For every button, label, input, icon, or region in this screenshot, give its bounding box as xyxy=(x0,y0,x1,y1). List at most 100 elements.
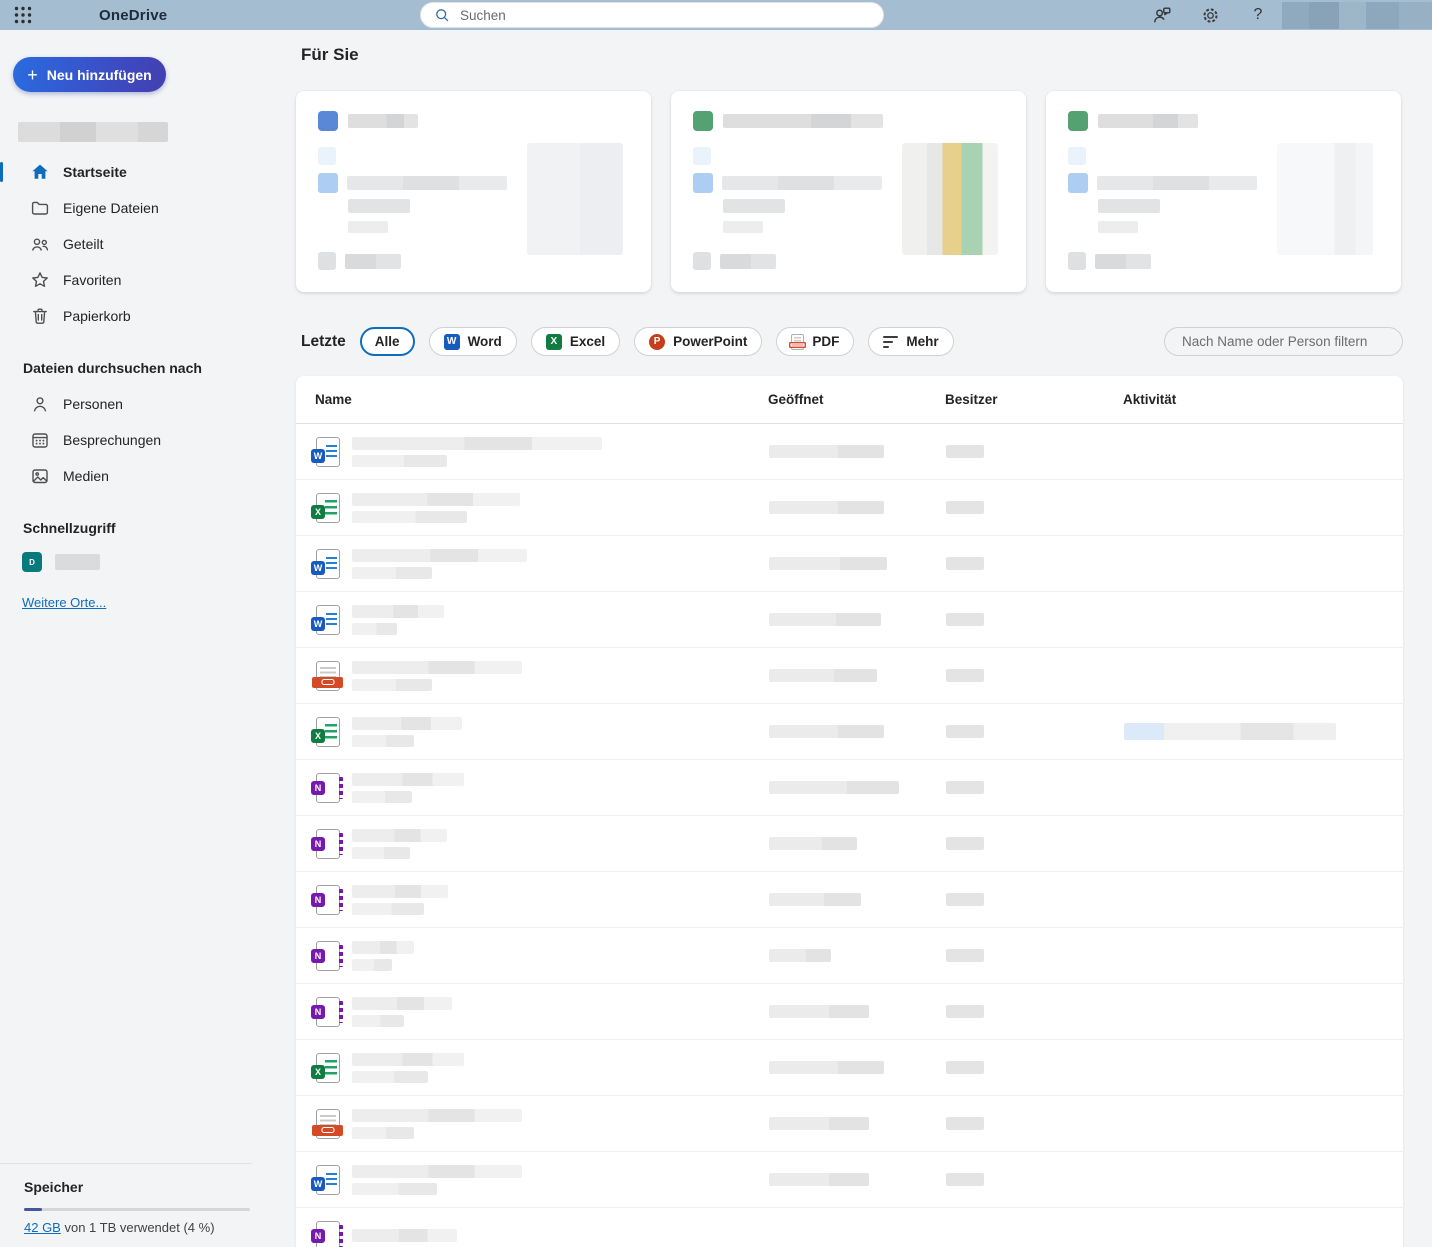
redacted-text xyxy=(1098,199,1160,213)
for-you-card[interactable] xyxy=(296,91,651,292)
sidebar-item-personen[interactable]: Personen xyxy=(0,386,296,422)
file-row[interactable]: W X N xyxy=(296,1096,1403,1152)
redacted-file-name xyxy=(352,437,769,467)
feedback-icon[interactable] xyxy=(1138,0,1186,30)
sidebar-item-startseite[interactable]: Startseite xyxy=(0,154,296,190)
sidebar-item-favoriten[interactable]: Favoriten xyxy=(0,262,296,298)
redacted-opened-date xyxy=(769,781,899,794)
redacted-file-name xyxy=(352,885,769,915)
redacted-title xyxy=(723,114,883,128)
file-row[interactable]: W X N xyxy=(296,760,1403,816)
search-box[interactable] xyxy=(420,2,884,28)
file-row[interactable]: W X N xyxy=(296,816,1403,872)
redacted-activity xyxy=(1124,723,1336,740)
file-type-icon: W xyxy=(444,334,460,350)
file-row[interactable]: W X N xyxy=(296,592,1403,648)
sidebar-item-medien[interactable]: Medien xyxy=(0,458,296,494)
redacted-text xyxy=(345,254,401,269)
redacted-opened-date xyxy=(769,1005,869,1018)
more-places-link[interactable]: Weitere Orte... xyxy=(22,595,106,610)
filter-pill-all[interactable]: Alle xyxy=(360,327,415,356)
filter-pill-more[interactable]: Mehr xyxy=(868,327,953,356)
filter-pill-label: Alle xyxy=(375,334,400,349)
file-row[interactable]: W X N xyxy=(296,536,1403,592)
file-row[interactable]: W X N xyxy=(296,928,1403,984)
app-launcher-icon[interactable] xyxy=(13,5,33,25)
filter-pill-excel[interactable]: X Excel xyxy=(531,327,620,356)
redacted-file-name xyxy=(352,549,769,579)
for-you-card[interactable] xyxy=(1046,91,1401,292)
file-row[interactable]: W X N xyxy=(296,984,1403,1040)
account-area-redacted[interactable] xyxy=(1282,2,1432,29)
help-icon[interactable]: ? xyxy=(1234,0,1282,30)
redacted-text xyxy=(723,199,785,213)
file-row[interactable]: W X N xyxy=(296,648,1403,704)
media-icon xyxy=(30,466,50,486)
redacted-text xyxy=(1097,176,1257,190)
quick-access-item[interactable]: D xyxy=(0,552,296,572)
redacted-text xyxy=(720,254,776,269)
redacted-opened-date xyxy=(769,1117,869,1130)
file-row[interactable]: W X N xyxy=(296,1040,1403,1096)
filter-lines-icon xyxy=(883,336,898,348)
redacted-text xyxy=(1098,221,1138,233)
redacted-file-name xyxy=(352,1229,769,1242)
file-row[interactable]: W X N xyxy=(296,480,1403,536)
storage-heading: Speicher xyxy=(24,1179,252,1195)
browse-nav: Personen Besprechungen Medien xyxy=(0,386,296,494)
sidebar-item-eigene-dateien[interactable]: Eigene Dateien xyxy=(0,190,296,226)
column-besitzer[interactable]: Besitzer xyxy=(945,392,1123,407)
redacted-file-name xyxy=(352,1165,769,1195)
column-aktivitaet[interactable]: Aktivität xyxy=(1123,392,1403,407)
file-row[interactable]: W X N xyxy=(296,704,1403,760)
redacted-owner xyxy=(946,1117,984,1130)
file-row[interactable]: W X N xyxy=(296,1208,1403,1247)
file-icon: W X N xyxy=(316,605,340,635)
add-new-button[interactable]: + Neu hinzufügen xyxy=(13,57,166,92)
redacted-file-name xyxy=(352,941,769,971)
redacted-opened-date xyxy=(769,1173,869,1186)
file-icon: W X N xyxy=(316,829,340,859)
file-icon: W X N xyxy=(316,1053,340,1083)
file-icon: W X N xyxy=(316,549,340,579)
redacted-file-name xyxy=(352,773,769,803)
settings-gear-icon[interactable] xyxy=(1186,0,1234,30)
name-person-filter-input[interactable] xyxy=(1164,327,1403,356)
file-type-icon xyxy=(693,111,713,131)
file-type-icon: P xyxy=(649,334,665,350)
sidebar-item-besprechungen[interactable]: Besprechungen xyxy=(0,422,296,458)
redacted-title xyxy=(1098,114,1198,128)
table-body: W X N W X N xyxy=(296,424,1403,1247)
browse-section-heading: Dateien durchsuchen nach xyxy=(0,360,296,376)
redacted-text xyxy=(347,176,507,190)
redacted-icon xyxy=(318,173,338,193)
column-geoeffnet[interactable]: Geöffnet xyxy=(768,392,945,407)
redacted-owner xyxy=(946,893,984,906)
user-name-redacted xyxy=(18,122,168,142)
file-row[interactable]: W X N xyxy=(296,424,1403,480)
for-you-card[interactable] xyxy=(671,91,1026,292)
storage-used-link[interactable]: 42 GB xyxy=(24,1220,61,1235)
redacted-owner xyxy=(946,781,984,794)
redacted-icon xyxy=(693,173,713,193)
redacted-file-name xyxy=(352,661,769,691)
redacted-owner xyxy=(946,1005,984,1018)
people-icon xyxy=(30,234,50,254)
plus-icon: + xyxy=(27,66,38,84)
column-name[interactable]: Name xyxy=(315,392,768,407)
redacted-file-name xyxy=(352,493,769,523)
file-icon: W X N xyxy=(316,661,340,691)
file-row[interactable]: W X N xyxy=(296,1152,1403,1208)
sidebar-item-papierkorb[interactable]: Papierkorb xyxy=(0,298,296,334)
filter-pill-pdf[interactable]: PDF xyxy=(776,327,854,356)
redacted-opened-date xyxy=(769,445,884,458)
filter-pill-ppt[interactable]: P PowerPoint xyxy=(634,327,762,356)
search-input[interactable] xyxy=(460,8,883,23)
folder-icon xyxy=(30,198,50,218)
app-title: OneDrive xyxy=(99,7,167,24)
file-row[interactable]: W X N xyxy=(296,872,1403,928)
filter-pill-word[interactable]: W Word xyxy=(429,327,517,356)
file-type-icon xyxy=(318,111,338,131)
sidebar-item-geteilt[interactable]: Geteilt xyxy=(0,226,296,262)
site-name-redacted xyxy=(55,554,100,570)
